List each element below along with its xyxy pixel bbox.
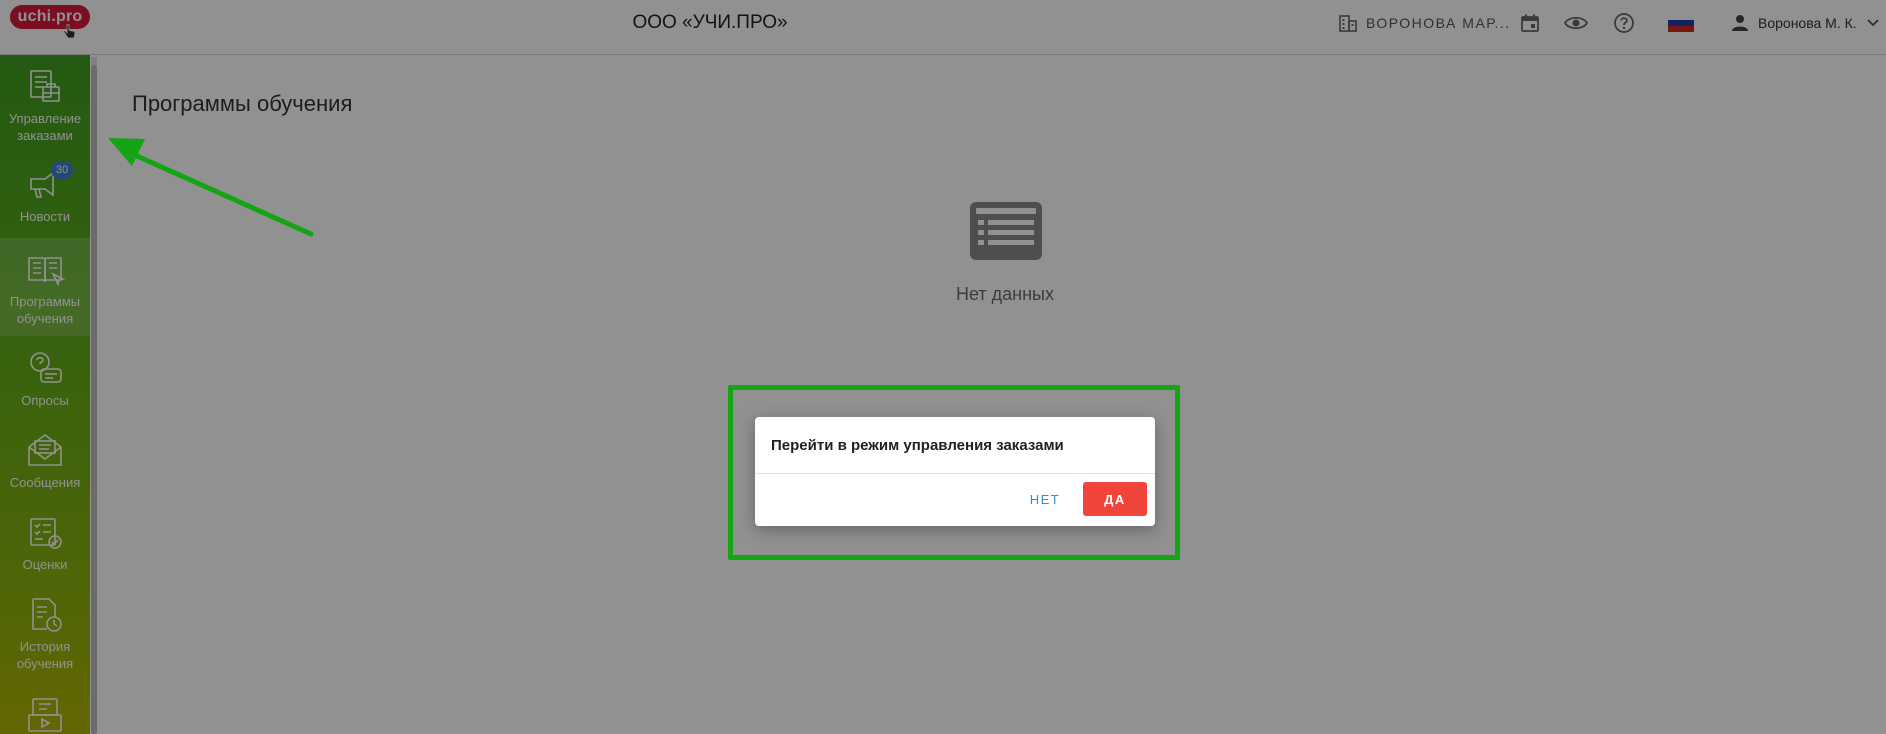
confirm-dialog: Перейти в режим управления заказами НЕТ …	[755, 417, 1155, 526]
dialog-divider	[755, 473, 1155, 474]
yes-button[interactable]: ДА	[1083, 482, 1147, 516]
no-button[interactable]: НЕТ	[1017, 482, 1073, 516]
modal-backdrop[interactable]	[0, 0, 1886, 734]
dialog-title: Перейти в режим управления заказами	[771, 437, 1064, 454]
